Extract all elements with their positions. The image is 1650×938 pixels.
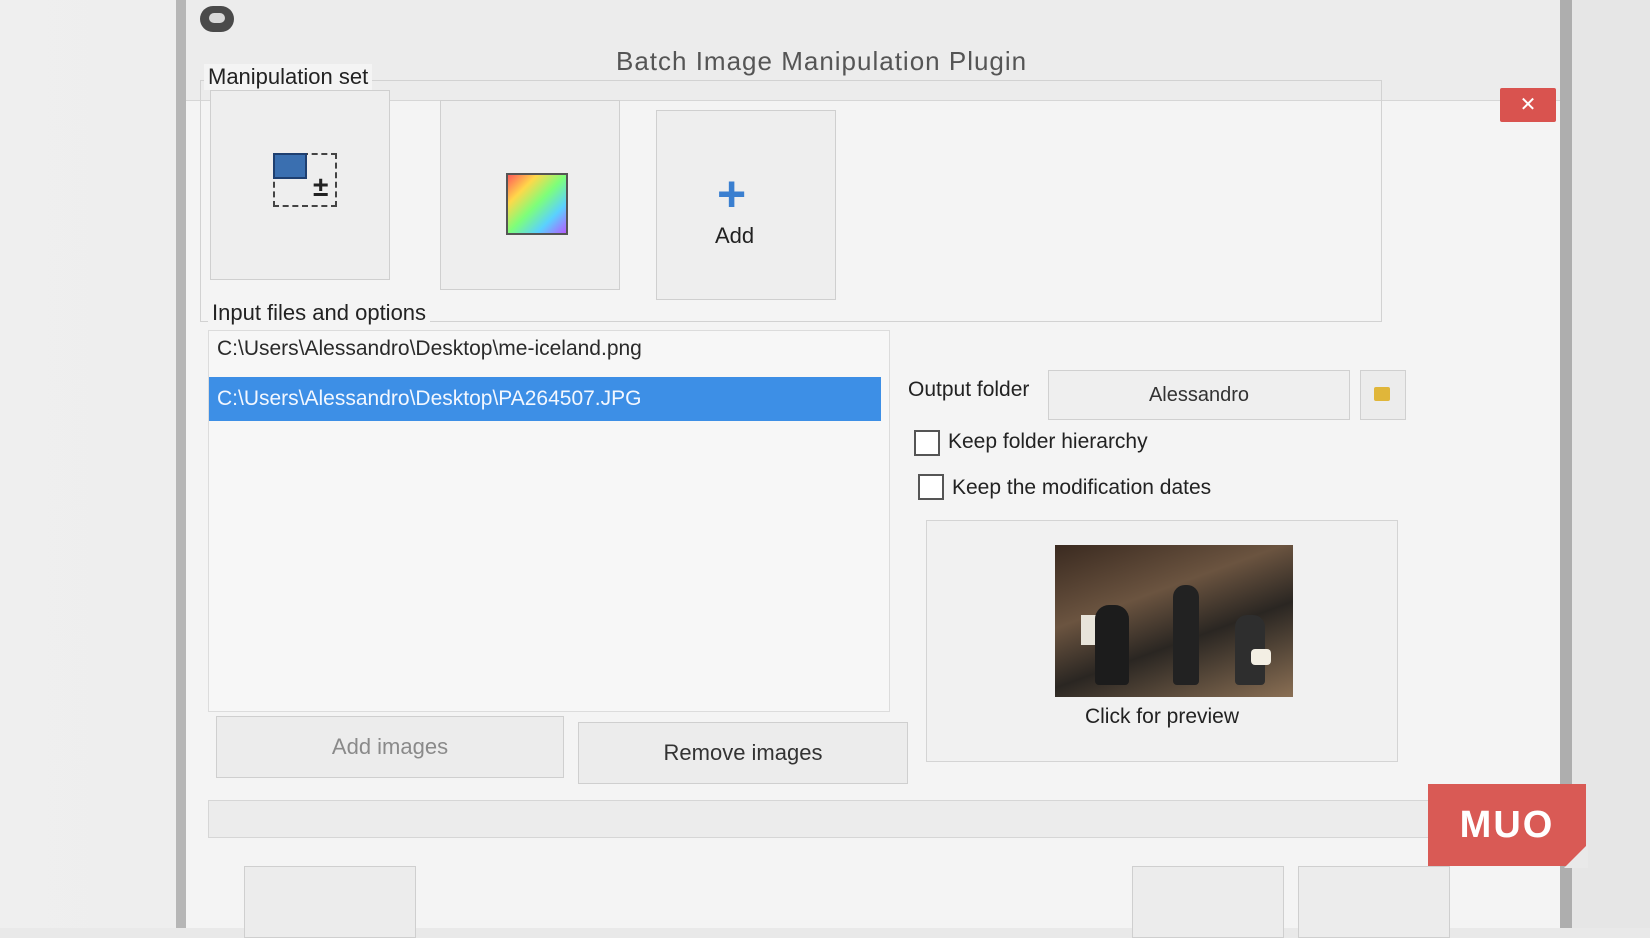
preview-thumbnail[interactable] (1055, 545, 1293, 697)
manipulation-set-label: Manipulation set (204, 64, 373, 90)
preview-panel[interactable]: Click for preview (926, 520, 1398, 762)
apply-button[interactable] (1298, 866, 1450, 938)
input-files-label: Input files and options (208, 300, 431, 326)
list-item[interactable]: C:\Users\Alessandro\Desktop\me-iceland.p… (217, 337, 642, 361)
list-item-selected[interactable]: C:\Users\Alessandro\Desktop\PA264507.JPG (209, 377, 881, 421)
about-button[interactable] (244, 866, 416, 938)
close-button[interactable]: ✕ (1500, 88, 1556, 122)
resize-icon: ± (273, 153, 337, 209)
preview-label: Click for preview (1084, 705, 1240, 728)
keep-dates-label: Keep the modification dates (952, 476, 1212, 499)
bimp-dialog: Batch Image Manipulation Plugin ✕ Manipu… (176, 0, 1572, 938)
add-images-button[interactable]: Add images (216, 716, 564, 778)
plus-icon: + (717, 166, 747, 222)
close-dialog-button[interactable] (1132, 866, 1284, 938)
progress-bar (208, 800, 1450, 838)
output-folder-label: Output folder (908, 378, 1030, 401)
file-list[interactable]: C:\Users\Alessandro\Desktop\me-iceland.p… (208, 330, 890, 712)
gimp-icon (200, 6, 234, 32)
keep-hierarchy-label: Keep folder hierarchy (948, 430, 1148, 453)
keep-dates-checkbox[interactable] (918, 474, 944, 500)
muo-watermark-logo: MUO (1428, 784, 1588, 868)
keep-hierarchy-checkbox[interactable] (914, 430, 940, 456)
add-manipulation-button[interactable]: + Add (656, 110, 836, 300)
color-correction-button[interactable] (440, 100, 620, 290)
output-folder-field[interactable]: Alessandro (1048, 370, 1350, 420)
resize-manipulation-button[interactable]: ± (210, 90, 390, 280)
folder-icon[interactable] (1360, 370, 1406, 420)
remove-images-button[interactable]: Remove images (578, 722, 908, 784)
color-gradient-icon (506, 173, 568, 235)
add-manipulation-label: Add (715, 223, 755, 248)
window-title: Batch Image Manipulation Plugin (616, 46, 1028, 76)
